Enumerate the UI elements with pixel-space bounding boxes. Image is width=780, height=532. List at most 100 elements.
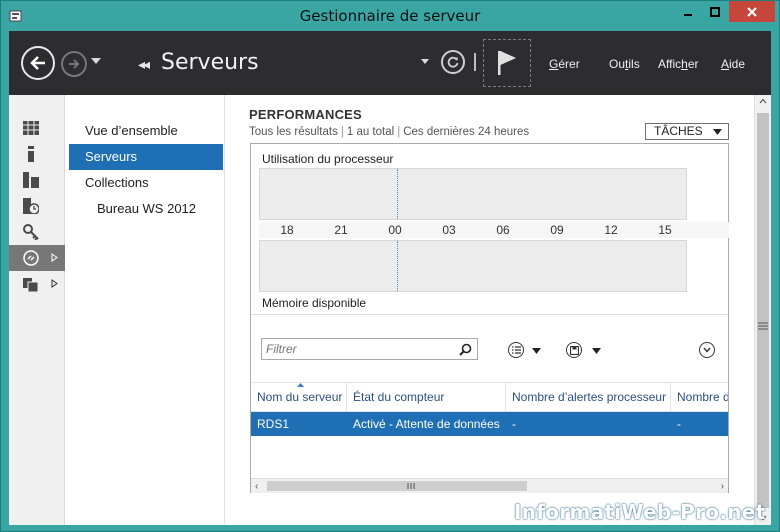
expand-triangle-icon[interactable] [51, 253, 58, 262]
column-header-label: Nombre d [677, 390, 728, 404]
column-header-label: État du compteur [353, 390, 445, 404]
arrow-left-icon [30, 56, 45, 70]
cell-server-name: RDS1 [257, 417, 290, 431]
save-query-dropdown-icon[interactable] [592, 348, 601, 354]
results-filter-link[interactable]: Tous les résultats [249, 126, 338, 138]
column-header-counter-state[interactable]: État du compteur [347, 383, 506, 413]
close-icon [747, 6, 757, 17]
breadcrumb-title: Serveurs [161, 50, 259, 75]
ad-item[interactable] [9, 219, 65, 245]
title-bar[interactable]: Gestionnaire de serveur [1, 1, 779, 31]
tasks-dropdown[interactable]: TÂCHES [645, 123, 729, 140]
local-server-item[interactable] [9, 141, 65, 167]
menu-tools[interactable]: Outils [609, 57, 640, 71]
scroll-right-arrow-icon[interactable]: › [721, 481, 724, 492]
iis-icon [23, 278, 39, 292]
horizontal-scroll-thumb[interactable] [267, 481, 527, 491]
main-pane: PERFORMANCES Tous les résultats | 1 au tot… [226, 95, 771, 525]
arrow-right-icon [69, 59, 80, 69]
nav-item-collection-bureau[interactable]: Bureau WS 2012 [69, 196, 223, 222]
vertical-scrollbar[interactable] [754, 95, 771, 525]
cpu-chart-label: Utilisation du processeur [262, 152, 394, 166]
list-options-button[interactable] [508, 342, 524, 358]
scroll-up-arrow-icon[interactable] [759, 98, 767, 104]
time-tick: 00 [388, 223, 402, 237]
vertical-scroll-thumb[interactable] [757, 113, 769, 508]
maximize-button[interactable] [701, 1, 729, 22]
local-server-icon [28, 146, 34, 162]
breadcrumb-dropdown-icon[interactable] [421, 59, 429, 64]
column-header-memory-alerts[interactable]: Nombre d [671, 383, 728, 413]
nav-item-servers[interactable]: Serveurs [69, 144, 223, 170]
dashboard-item[interactable] [9, 115, 65, 141]
notifications-button[interactable] [483, 39, 531, 87]
back-button[interactable] [21, 46, 55, 80]
search-icon[interactable] [459, 343, 472, 356]
refresh-button[interactable] [441, 50, 465, 74]
maximize-icon [710, 6, 720, 17]
refresh-icon [447, 56, 459, 68]
iis-item[interactable] [9, 271, 65, 297]
filter-input[interactable] [262, 339, 452, 359]
memory-chart-label: Mémoire disponible [262, 296, 367, 310]
time-axis: 18 21 00 03 06 09 12 15 [259, 222, 729, 238]
cell-cpu-alerts: - [512, 417, 516, 431]
key-icon [23, 224, 39, 240]
menu-view[interactable]: Afficher [658, 57, 698, 71]
memory-chart[interactable] [259, 240, 687, 292]
grip-icon [758, 322, 768, 330]
forward-button[interactable] [61, 51, 87, 77]
column-header-label: Nombre d’alertes processeur [512, 390, 667, 404]
horizontal-scrollbar[interactable]: ‹ › [251, 478, 728, 493]
sort-ascending-icon [297, 383, 304, 387]
time-tick: 03 [442, 223, 456, 237]
file-storage-icon [23, 198, 39, 214]
section-subtitle: Tous les résultats | 1 au total | Ces derniè… [249, 126, 529, 138]
expand-button[interactable] [699, 342, 715, 358]
file-storage-item[interactable] [9, 193, 65, 219]
performance-panel: Utilisation du processeur 18 21 00 03 06… [250, 143, 729, 493]
grid-header: Nom du serveur État du compteur Nombre d… [251, 382, 728, 413]
minimize-button[interactable] [674, 1, 701, 22]
period-link[interactable]: Ces dernières 24 heures [403, 126, 529, 138]
save-query-button[interactable] [566, 342, 582, 358]
filter-box[interactable] [261, 338, 478, 360]
time-tick: 21 [334, 223, 348, 237]
navigation-pane: Vue d’ensemble Serveurs Collections Bure… [65, 95, 225, 525]
all-servers-item[interactable] [9, 167, 65, 193]
current-time-line [397, 169, 398, 219]
chevron-down-icon [703, 347, 711, 353]
all-servers-icon [23, 172, 39, 188]
cell-memory-alerts: - [677, 417, 681, 431]
cpu-chart[interactable] [259, 168, 687, 220]
nav-item-overview[interactable]: Vue d’ensemble [69, 118, 223, 144]
results-count: 1 au total [346, 126, 395, 138]
time-tick: 12 [604, 223, 618, 237]
save-icon [569, 345, 579, 355]
flag-icon [498, 51, 516, 75]
window-title: Gestionnaire de serveur [299, 7, 481, 25]
nav-item-collections[interactable]: Collections [69, 170, 223, 196]
scroll-left-arrow-icon[interactable]: ‹ [255, 481, 258, 492]
time-tick: 09 [550, 223, 564, 237]
remote-desktop-item[interactable] [9, 245, 65, 271]
table-row[interactable]: RDS1 Activé - Attente de données - - [251, 412, 728, 436]
breadcrumb-arrows[interactable]: ◂◂ [138, 56, 150, 73]
section-title: PERFORMANCES [249, 107, 362, 122]
app-header: ◂◂ Serveurs Gérer Outils Afficher Aide [9, 31, 771, 95]
column-header-server-name[interactable]: Nom du serveur [251, 383, 347, 413]
content-area: Vue d’ensemble Serveurs Collections Bure… [9, 95, 771, 525]
list-options-dropdown-icon[interactable] [532, 348, 541, 354]
column-header-cpu-alerts[interactable]: Nombre d’alertes processeur [506, 383, 671, 413]
grip-icon [407, 483, 415, 489]
menu-help[interactable]: Aide [721, 57, 745, 71]
header-separator [474, 53, 476, 71]
menu-manage[interactable]: Gérer [549, 57, 580, 71]
expand-triangle-icon[interactable] [51, 279, 58, 288]
minimize-icon [683, 13, 692, 16]
watermark: InformatiWeb-Pro.net [514, 500, 766, 524]
close-button[interactable] [729, 1, 775, 22]
tasks-label: TÂCHES [654, 124, 703, 138]
history-dropdown-icon[interactable] [91, 58, 101, 64]
server-manager-window: Gestionnaire de serveur ◂◂ Serveurs Gére… [0, 0, 780, 532]
